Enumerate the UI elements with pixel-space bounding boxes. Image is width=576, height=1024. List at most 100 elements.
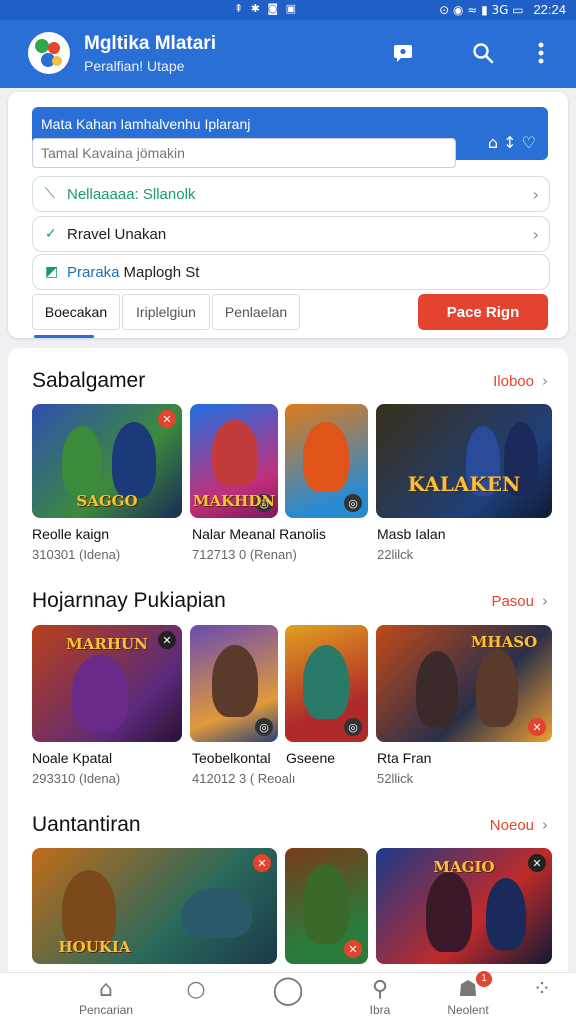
chevron-right-icon: ›: [532, 185, 539, 204]
chat-icon: [394, 45, 412, 62]
app-subtitle: Peralfian! Utape: [84, 58, 185, 74]
circle-icon: ○: [186, 977, 206, 1002]
see-all-link[interactable]: Pasou ›: [491, 592, 548, 610]
see-all-label: Pasou: [491, 593, 534, 610]
system-icons: ⊙ ◉ ≈ ▮ 3G ▭: [439, 3, 524, 17]
see-all-label: Iloboo: [493, 373, 534, 390]
app-title: Mgltika Mlatari: [84, 33, 216, 54]
nav-item-pencarian[interactable]: ⌂ Pencarian: [66, 977, 146, 1017]
game-art-title: SAGGO: [76, 492, 138, 510]
filter-row-label: Rravel Unakan: [67, 225, 167, 243]
chevron-right-icon: ›: [542, 816, 548, 834]
filter-row-value: Maplogh St: [123, 263, 200, 281]
game-title[interactable]: Nalar Meanal Ranolis: [192, 526, 326, 542]
filter-row-location[interactable]: ⟍ Nellaaaaa: Sllanolk ›: [32, 176, 550, 212]
chevron-right-icon: ›: [542, 592, 548, 610]
game-thumbnail[interactable]: ◎: [285, 625, 368, 742]
filter-row-travel[interactable]: ✓ Rravel Unakan ›: [32, 216, 550, 252]
filter-row-label: Nellaaaaa: Sllanolk: [67, 185, 196, 203]
game-thumbnail[interactable]: ✕ MHASO: [376, 625, 552, 742]
tab-penlaelan[interactable]: Penlaelan: [212, 294, 300, 330]
game-thumbnail[interactable]: ✕ MAGIO: [376, 848, 552, 964]
close-icon[interactable]: ✕: [528, 718, 546, 736]
game-thumbnail[interactable]: ✕ SAGGO: [32, 404, 182, 518]
section-title: Hojarnnay Pukiapian: [32, 589, 226, 612]
nav-label: Pencarian: [78, 1003, 134, 1017]
filter-row-praraka[interactable]: ◩ Praraka Maplogh St: [32, 254, 550, 290]
calendar-icon: ◩: [45, 264, 59, 280]
game-thumbnail[interactable]: ◎: [190, 625, 278, 742]
clock: 22:24: [533, 2, 566, 17]
see-all-label: Noeou: [489, 817, 534, 834]
header-action-icons[interactable]: ⌂ ↕ ♡: [488, 133, 536, 152]
nav-item-home-button[interactable]: ◯: [248, 976, 328, 1004]
game-meta: 310301 (Idena): [32, 547, 121, 562]
game-title[interactable]: Teobelkontal: [192, 750, 271, 766]
overflow-menu-button[interactable]: [524, 36, 558, 70]
status-bar: ⇞ ✱ ◙ ▣ ⊙ ◉ ≈ ▮ 3G ▭ 22:24: [0, 0, 576, 20]
game-title[interactable]: Reolle kaign: [32, 526, 109, 542]
search-header-text: Mata Kahan Iamhalvenhu Iplaranj: [41, 116, 251, 132]
nav-label: Neolent: [447, 1003, 489, 1017]
section-title: Uantantiran: [32, 813, 141, 836]
store-icon: ◎: [255, 718, 273, 736]
search-icon: [473, 43, 494, 64]
game-art-title: MAKHDN: [192, 492, 276, 510]
location-icon: ⟍: [45, 186, 55, 202]
grid-dots-icon: ⁘: [532, 977, 552, 1002]
see-all-link[interactable]: Noeou ›: [490, 816, 548, 834]
game-art-title: MAGIO: [433, 858, 495, 876]
tab-iriplelgiun[interactable]: Iriplelgiun: [122, 294, 210, 330]
game-meta: 293310 (Idena): [32, 771, 121, 786]
nav-item-circle[interactable]: ○: [156, 977, 236, 1003]
game-art-title: MHASO: [470, 633, 538, 651]
nav-item-neolent[interactable]: ☗ 1 Neolent: [428, 971, 508, 1017]
close-icon[interactable]: ✕: [158, 410, 176, 428]
game-meta: 22lilck: [377, 547, 414, 562]
game-thumbnail[interactable]: ◎: [285, 404, 368, 518]
game-art-title: HOUKIA: [58, 938, 131, 956]
game-art-title: MARHUN: [66, 635, 148, 653]
game-art-title: KALAKEN: [407, 472, 521, 496]
active-tab-indicator: [34, 335, 94, 338]
game-meta: 52llick: [377, 771, 414, 786]
status-icons: ⇞ ✱ ◙ ▣: [234, 2, 298, 15]
chevron-right-icon: ›: [542, 372, 548, 390]
game-thumbnail[interactable]: KALAKEN: [376, 404, 552, 518]
search-button[interactable]: [466, 36, 500, 70]
close-icon[interactable]: ✕: [253, 854, 271, 872]
game-title[interactable]: Rta Fran: [377, 750, 431, 766]
game-meta: 412012 3 ( Reoalı: [192, 771, 296, 786]
tab-boecakan[interactable]: Boecakan: [32, 294, 120, 330]
nav-item-more[interactable]: ⁘: [502, 977, 576, 1003]
game-title[interactable]: Masb Ialan: [377, 526, 445, 542]
close-icon[interactable]: ✕: [344, 940, 362, 958]
primary-action-button[interactable]: Pace Rign: [418, 294, 548, 330]
game-thumbnail[interactable]: ✕: [285, 848, 368, 964]
more-vert-icon: [538, 42, 544, 64]
bell-icon: ☗: [458, 977, 478, 1002]
filter-row-label: Praraka: [67, 263, 120, 281]
game-meta: 712713 0 (Renan): [192, 547, 297, 562]
bottom-navigation: ⌂ Pencarian ○ ◯ ⚲ Ibra ☗ 1 Neolent ⁘: [0, 971, 576, 1024]
search-input[interactable]: [32, 138, 456, 168]
check-icon: ✓: [45, 226, 57, 242]
status-right: ⊙ ◉ ≈ ▮ 3G ▭ 22:24: [439, 2, 566, 17]
game-thumbnail[interactable]: ✕ HOUKIA: [32, 848, 277, 964]
app-bar: Mgltika Mlatari Peralfian! Utape: [0, 20, 576, 88]
games-list: Sabalgamer Iloboo › ✕ SAGGO ◎ MAKHDN ◎ KA…: [8, 348, 568, 1024]
section-title: Sabalgamer: [32, 369, 146, 392]
game-title[interactable]: Noale Kpatal: [32, 750, 112, 766]
notification-badge: 1: [476, 971, 492, 987]
nav-label: Ibra: [369, 1003, 391, 1017]
chevron-right-icon: ›: [532, 225, 539, 244]
nav-item-ibra[interactable]: ⚲ Ibra: [340, 977, 420, 1017]
app-logo: [28, 32, 70, 74]
home-icon: ⌂: [99, 977, 113, 1002]
game-title[interactable]: Gseene: [286, 750, 335, 766]
chat-button[interactable]: [386, 36, 420, 70]
search-card: Mata Kahan Iamhalvenhu Iplaranj ⌂ ↕ ♡ ⟍ …: [8, 92, 568, 338]
game-thumbnail[interactable]: ✕ MARHUN: [32, 625, 182, 742]
game-thumbnail[interactable]: ◎ MAKHDN: [190, 404, 278, 518]
see-all-link[interactable]: Iloboo ›: [493, 372, 548, 390]
